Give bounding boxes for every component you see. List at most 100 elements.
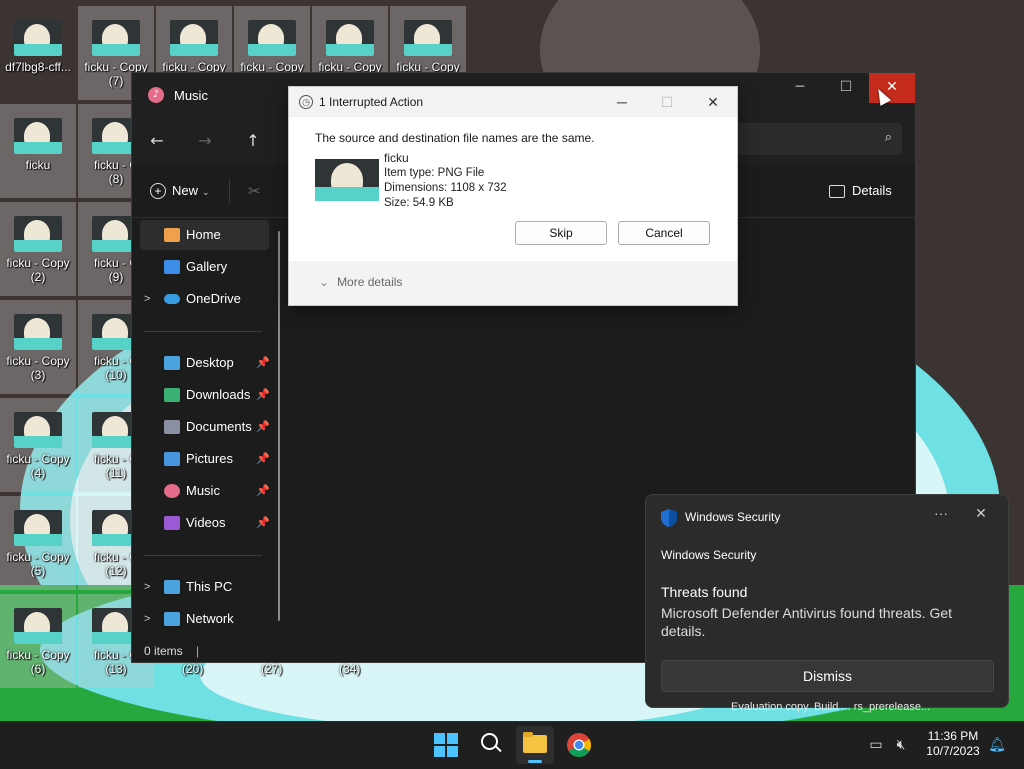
desktop-file-icon[interactable]: ficku - Copy (6) bbox=[0, 594, 76, 688]
pin-icon: 📌 bbox=[256, 421, 270, 433]
plus-circle-icon: + bbox=[150, 183, 166, 199]
search-box[interactable]: ⌕ bbox=[732, 123, 902, 155]
documents-icon bbox=[164, 420, 180, 434]
system-clock[interactable]: 11:36 PM 10/7/2023 bbox=[918, 729, 988, 759]
desktop-file-icon[interactable]: ficku bbox=[0, 104, 76, 198]
pin-icon: 📌 bbox=[256, 485, 270, 497]
desktop-file-icon[interactable]: ficku - Copy (4) bbox=[0, 398, 76, 492]
maximize-button[interactable]: ☐ bbox=[823, 73, 869, 103]
music-icon bbox=[164, 484, 180, 498]
sidebar-item-music[interactable]: Music 📌 bbox=[140, 476, 270, 506]
onedrive-icon bbox=[164, 294, 180, 304]
taskbar: ▭ 🔇︎ 11:36 PM 10/7/2023 🔔︎ bbox=[0, 721, 1024, 769]
status-bar: 0 items | bbox=[144, 644, 199, 658]
chrome-icon bbox=[567, 733, 591, 757]
close-icon[interactable]: ✕ bbox=[972, 505, 990, 522]
volume-muted-icon[interactable]: 🔇︎ bbox=[892, 736, 910, 754]
details-button[interactable]: Details bbox=[829, 179, 892, 203]
desktop-icon bbox=[164, 356, 180, 370]
notification-heading: Threats found bbox=[661, 584, 748, 600]
dismiss-button[interactable]: Dismiss bbox=[661, 660, 994, 692]
file-type: Item type: PNG File bbox=[384, 167, 485, 179]
start-button[interactable] bbox=[427, 726, 465, 764]
skip-button[interactable]: Skip bbox=[515, 221, 607, 245]
chrome-taskbar-button[interactable] bbox=[560, 726, 598, 764]
desktop-file-label-suffix: (4) bbox=[30, 466, 46, 480]
cancel-button[interactable]: Cancel bbox=[618, 221, 710, 245]
sidebar-item-label: Music bbox=[186, 483, 220, 498]
desktop-file-label: ficku - Copy bbox=[6, 550, 70, 564]
file-dimensions: Dimensions: 1108 x 732 bbox=[384, 182, 507, 194]
up-button[interactable]: ↑ bbox=[241, 129, 265, 153]
sidebar-item-pictures[interactable]: Pictures 📌 bbox=[140, 444, 270, 474]
network-icon bbox=[164, 612, 180, 626]
image-file-icon bbox=[14, 510, 62, 546]
chevron-right-icon[interactable]: > bbox=[144, 604, 150, 634]
cut-icon[interactable]: ✂ bbox=[248, 179, 270, 203]
pin-icon: 📌 bbox=[256, 517, 270, 529]
minimize-button[interactable]: ─ bbox=[607, 91, 637, 113]
desktop-file-icon[interactable]: df7lbg8-cff... bbox=[0, 6, 76, 100]
desktop-file-label: ficku - Copy bbox=[6, 648, 70, 662]
desktop-file-label: ficku - Copy bbox=[6, 452, 70, 466]
notification-app-name: Windows Security bbox=[685, 510, 781, 524]
image-file-icon bbox=[92, 20, 140, 56]
desktop-file-icon[interactable]: ficku - Copy (3) bbox=[0, 300, 76, 394]
sidebar-item-this-pc[interactable]: > This PC bbox=[140, 572, 269, 602]
sidebar-item-label: Documents bbox=[186, 419, 252, 434]
security-notification[interactable]: Windows Security ··· ✕ Windows Security … bbox=[645, 494, 1009, 708]
notification-source: Windows Security bbox=[661, 548, 757, 562]
desktop-file-label: df7lbg8-cff... bbox=[5, 60, 71, 74]
desktop-file-label-suffix: (20) bbox=[182, 662, 204, 676]
file-name: ficku bbox=[384, 151, 409, 165]
notification-bell-icon[interactable]: 🔔︎ bbox=[988, 736, 1006, 754]
desktop-file-icon[interactable]: ficku - Copy (2) bbox=[0, 202, 76, 296]
sidebar-item-label: OneDrive bbox=[186, 291, 241, 306]
image-file-icon bbox=[14, 412, 62, 448]
folder-icon-tab bbox=[523, 732, 533, 737]
toolbar-divider bbox=[229, 179, 230, 203]
more-details-toggle[interactable]: ⌄ More details bbox=[319, 275, 402, 289]
close-button[interactable]: ✕ bbox=[698, 91, 728, 113]
more-details-label: More details bbox=[337, 275, 403, 289]
sidebar-item-label: Videos bbox=[186, 515, 226, 530]
image-file-icon bbox=[170, 20, 218, 56]
desktop-file-label-suffix: (27) bbox=[261, 662, 283, 676]
desktop-file-label-suffix: (34) bbox=[339, 662, 361, 676]
maximize-button[interactable]: ☐ bbox=[652, 91, 682, 113]
image-file-icon bbox=[14, 216, 62, 252]
new-button[interactable]: + New ⌄ bbox=[150, 179, 210, 203]
evaluation-watermark: Evaluation copy. Build ... rs_prerelease… bbox=[731, 701, 931, 713]
sidebar-item-home[interactable]: Home bbox=[140, 220, 269, 250]
back-button[interactable]: ← bbox=[145, 129, 169, 153]
sidebar-scrollbar[interactable] bbox=[278, 231, 280, 621]
clock-time: 11:36 PM bbox=[927, 729, 979, 743]
sidebar-item-gallery[interactable]: Gallery bbox=[140, 252, 269, 282]
clock-icon: ◷ bbox=[299, 95, 313, 109]
network-monitor-icon[interactable]: ▭ bbox=[867, 736, 885, 754]
chevron-down-icon: ⌄ bbox=[202, 187, 210, 197]
item-count: 0 items bbox=[144, 644, 183, 658]
sidebar-divider bbox=[144, 555, 262, 556]
chevron-right-icon[interactable]: > bbox=[144, 284, 150, 314]
sidebar-item-network[interactable]: > Network bbox=[140, 604, 269, 634]
sidebar-item-onedrive[interactable]: > OneDrive bbox=[140, 284, 269, 314]
sidebar-item-videos[interactable]: Videos 📌 bbox=[140, 508, 270, 538]
more-options-icon[interactable]: ··· bbox=[932, 505, 950, 521]
sidebar-item-desktop[interactable]: Desktop 📌 bbox=[140, 348, 270, 378]
chevron-right-icon[interactable]: > bbox=[144, 572, 150, 602]
pin-icon: 📌 bbox=[256, 389, 270, 401]
sidebar-item-label: Gallery bbox=[186, 259, 228, 274]
music-icon: ♪ bbox=[148, 87, 164, 103]
desktop-file-label-suffix: (13) bbox=[105, 662, 127, 676]
desktop-file-label: ficku bbox=[25, 158, 51, 172]
search-button[interactable] bbox=[472, 726, 510, 764]
sidebar-item-downloads[interactable]: Downloads 📌 bbox=[140, 380, 270, 410]
forward-button[interactable]: → bbox=[193, 129, 217, 153]
windows-logo-icon bbox=[434, 733, 458, 757]
minimize-button[interactable]: ─ bbox=[777, 73, 823, 103]
sidebar-item-documents[interactable]: Documents 📌 bbox=[140, 412, 270, 442]
desktop-file-icon[interactable]: ficku - Copy (5) bbox=[0, 496, 76, 590]
file-explorer-taskbar-button[interactable] bbox=[516, 726, 554, 764]
image-file-icon bbox=[248, 20, 296, 56]
